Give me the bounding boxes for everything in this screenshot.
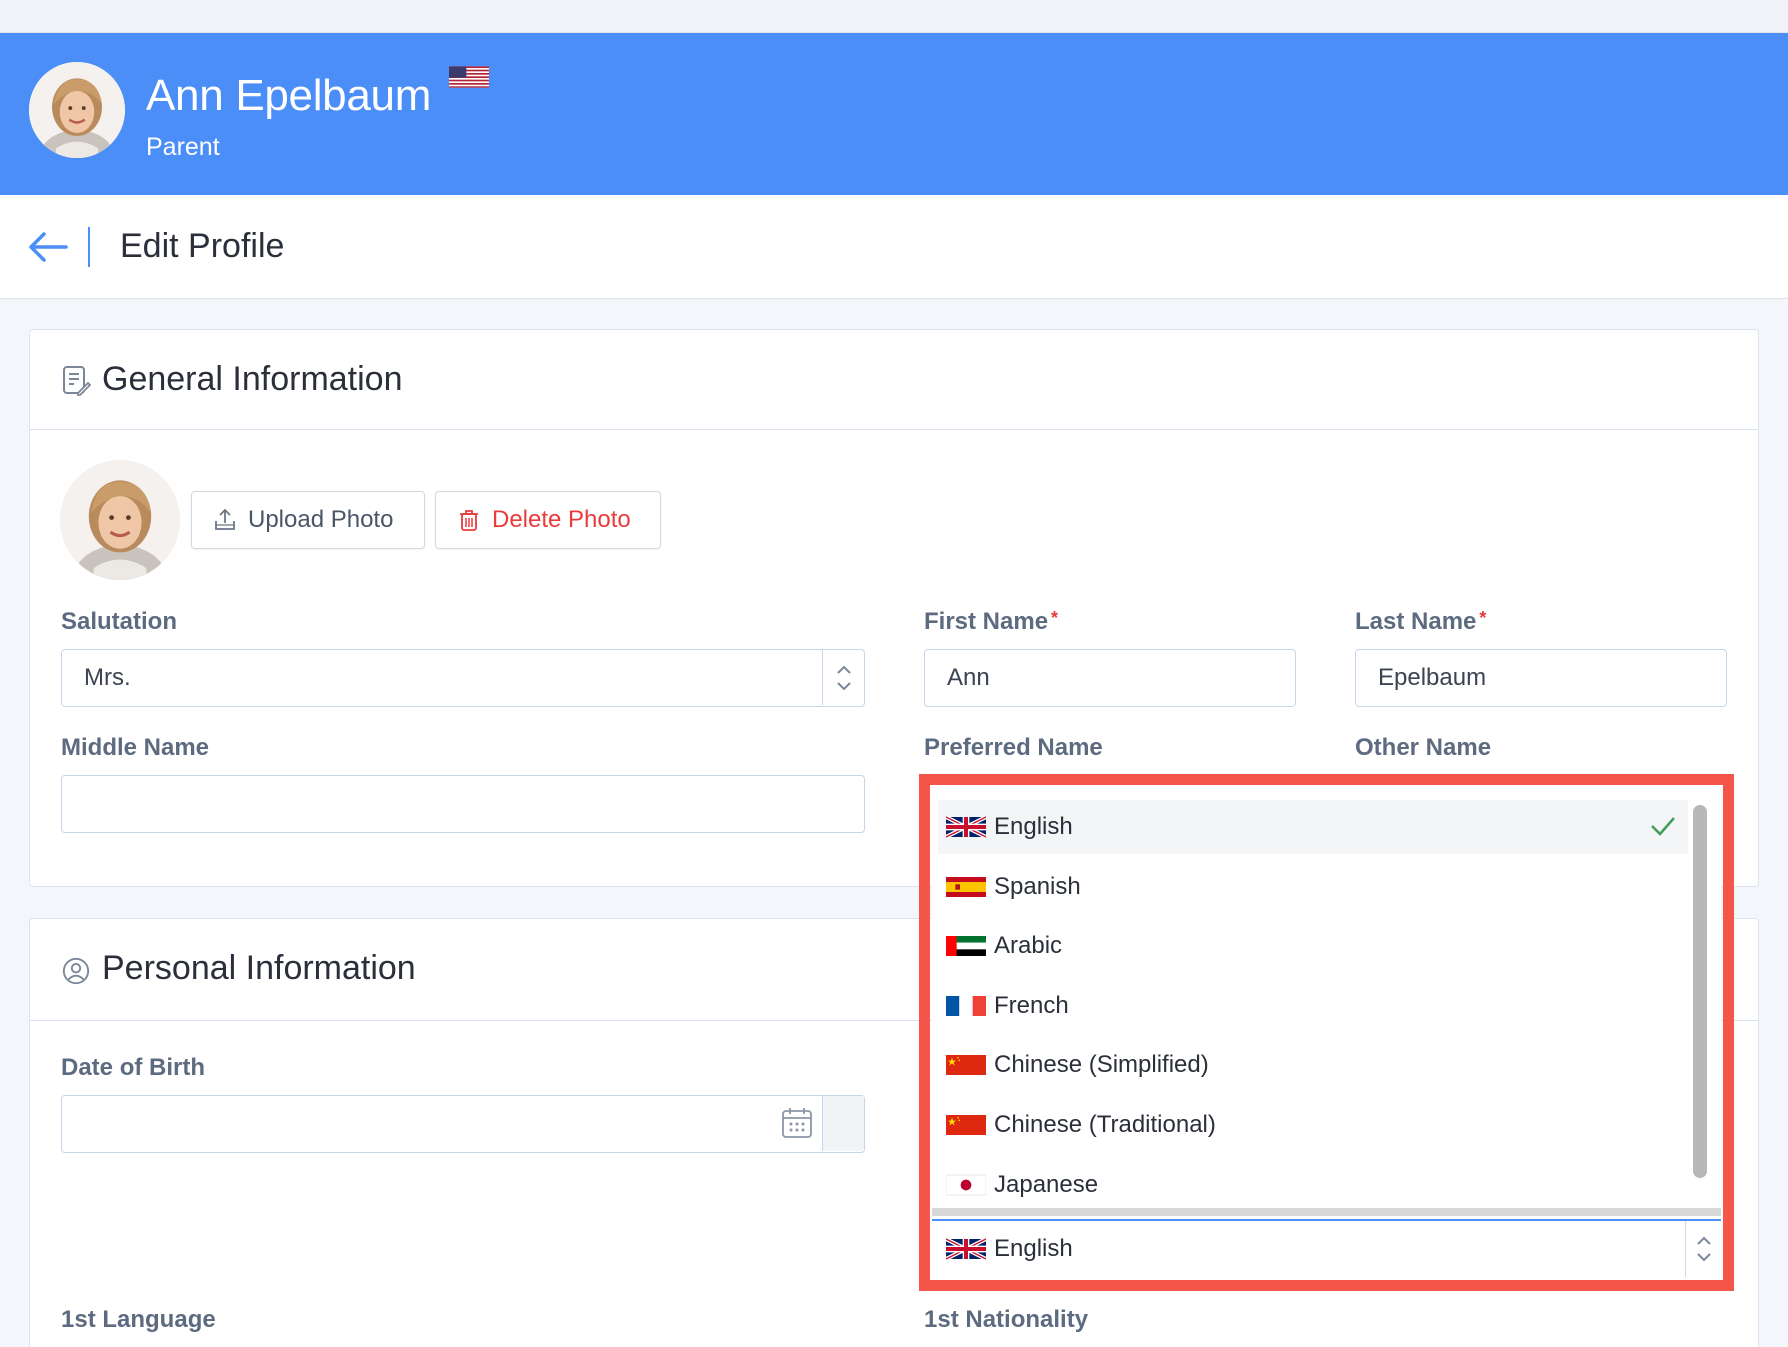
avatar	[29, 62, 125, 158]
salutation-label: Salutation	[61, 608, 178, 635]
dropdown-divider	[932, 1208, 1721, 1216]
language-dropdown-list[interactable]: English Spanish Arabic French Chinese (S…	[932, 787, 1688, 1199]
option-label: French	[994, 992, 1069, 1019]
last-name-label: Last Name *	[1355, 608, 1487, 635]
china-flag-icon	[946, 1053, 986, 1077]
edit-bar: Edit Profile	[0, 195, 1788, 299]
language-option-spanish[interactable]: Spanish	[938, 860, 1688, 914]
uk-flag-icon	[946, 1237, 986, 1261]
divider	[88, 227, 90, 267]
profile-header: Ann Epelbaum Parent	[0, 33, 1788, 195]
middle-name-input[interactable]	[61, 775, 865, 833]
us-flag-icon	[449, 66, 489, 88]
language-option-english[interactable]: English	[938, 800, 1688, 854]
china-flag-icon	[946, 1113, 986, 1137]
salutation-select[interactable]: Mrs.	[61, 649, 865, 707]
trash-icon	[460, 510, 478, 531]
japan-flag-icon	[946, 1173, 986, 1197]
profile-photo-image	[60, 460, 180, 580]
other-name-label: Other Name	[1355, 734, 1492, 761]
delete-photo-button[interactable]: Delete Photo	[435, 491, 661, 549]
required-mark: *	[1479, 608, 1487, 628]
delete-photo-label: Delete Photo	[492, 506, 631, 533]
profile-name: Ann Epelbaum	[146, 71, 432, 120]
profile-role: Parent	[146, 133, 220, 161]
middle-name-label: Middle Name	[61, 734, 210, 761]
required-mark: *	[1051, 608, 1059, 628]
language-option-french[interactable]: French	[938, 979, 1688, 1033]
option-label: Arabic	[994, 932, 1063, 959]
language-option-chinese-traditional[interactable]: Chinese (Traditional)	[938, 1098, 1688, 1152]
select-arrows	[822, 650, 864, 705]
uae-flag-icon	[946, 934, 986, 958]
document-edit-icon	[63, 366, 91, 396]
avatar-photo	[29, 62, 125, 158]
upload-icon	[215, 508, 235, 530]
profile-photo	[60, 460, 180, 580]
checkmark-icon	[1651, 817, 1675, 836]
first-name-label: First Name *	[924, 608, 1059, 635]
upload-photo-button[interactable]: Upload Photo	[191, 491, 425, 549]
uk-flag-icon	[946, 815, 986, 839]
chevron-up-down-icon	[836, 665, 851, 690]
date-picker-addon	[822, 1096, 864, 1151]
language-select[interactable]: English	[932, 1219, 1721, 1277]
back-arrow-icon[interactable]	[26, 227, 70, 267]
select-arrows	[1685, 1221, 1721, 1277]
date-of-birth-label: Date of Birth	[61, 1054, 205, 1081]
first-nationality-label: 1st Nationality	[924, 1306, 1089, 1333]
language-option-chinese-simplified[interactable]: Chinese (Simplified)	[938, 1038, 1688, 1092]
option-label: Chinese (Traditional)	[994, 1111, 1216, 1138]
dropdown-scrollbar[interactable]	[1693, 805, 1707, 1178]
option-label: English	[994, 813, 1073, 840]
option-label: Spanish	[994, 873, 1081, 900]
section-title: Personal Information	[102, 949, 416, 987]
preferred-name-label: Preferred Name	[924, 734, 1103, 761]
user-circle-icon	[62, 957, 90, 985]
calendar-icon[interactable]	[780, 1106, 814, 1140]
language-option-japanese[interactable]: Japanese	[938, 1158, 1688, 1199]
salutation-value: Mrs.	[84, 664, 131, 691]
last-name-input[interactable]: Epelbaum	[1355, 649, 1727, 707]
first-name-value: Ann	[947, 664, 990, 691]
language-select-value: English	[994, 1235, 1073, 1262]
first-name-input[interactable]: Ann	[924, 649, 1296, 707]
spain-flag-icon	[946, 875, 986, 899]
language-option-arabic[interactable]: Arabic	[938, 919, 1688, 973]
card-header: General Information	[30, 330, 1758, 430]
section-title: General Information	[102, 360, 403, 398]
option-label: Chinese (Simplified)	[994, 1051, 1209, 1078]
upload-photo-label: Upload Photo	[248, 506, 394, 533]
top-strip	[0, 0, 1788, 33]
chevron-up-down-icon	[1696, 1236, 1711, 1262]
last-name-value: Epelbaum	[1378, 664, 1487, 691]
option-label: Japanese	[994, 1171, 1099, 1198]
france-flag-icon	[946, 994, 986, 1018]
page-title: Edit Profile	[120, 227, 285, 265]
date-of-birth-input[interactable]	[61, 1095, 865, 1153]
first-language-label: 1st Language	[61, 1306, 216, 1333]
